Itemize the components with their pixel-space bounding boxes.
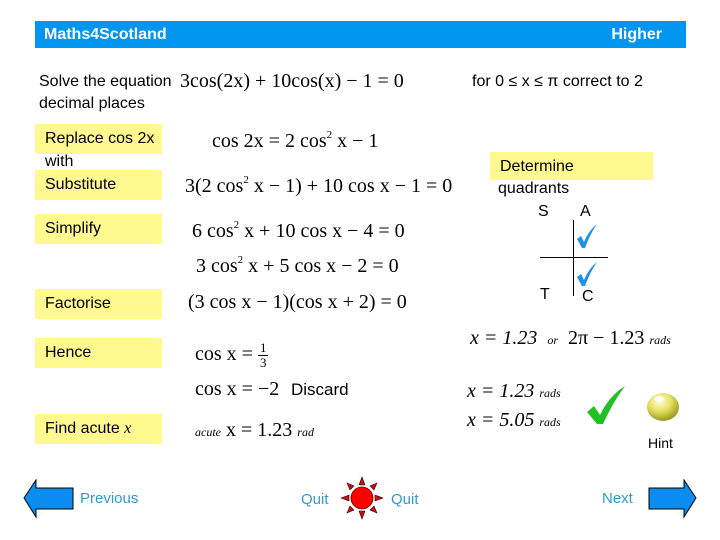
discard-label: Discard [291,380,349,399]
previous-arrow-icon[interactable] [23,479,74,519]
quit-button-left[interactable]: Quit [301,491,329,508]
step-replace-label: Replace cos 2x [45,130,155,147]
hint-bulb-icon[interactable] [645,391,681,423]
step-find-acute: Find acute x [35,414,162,444]
step-find-acute-label: Find acute [45,420,120,437]
quit-button-right[interactable]: Quit [391,491,419,508]
question-range: for 0 ≤ x ≤ π correct to 2 [472,73,643,90]
quadrant-a: A [580,203,591,220]
substitute-equation: 3(2 cos2 x − 1) + 10 cos x − 1 = 0 [185,174,453,197]
step-factorise-label: Factorise [45,295,111,312]
question-prefix: Solve the equation [39,73,172,90]
quit-sun-icon[interactable] [340,476,384,520]
check-c-icon [577,262,597,286]
step-substitute: Substitute [35,170,162,200]
check-a-icon [577,224,597,248]
quadrant-c: C [582,288,594,305]
simplify-equation-2: 3 cos2 x + 5 cos x − 2 = 0 [196,254,399,277]
step-factorise: Factorise [35,289,162,319]
simplify-equation-1: 6 cos2 x + 10 cos x − 4 = 0 [192,219,405,242]
step-substitute-label: Substitute [45,176,117,193]
identity-equation: cos 2x = 2 cos2 x − 1 [212,129,379,152]
factorise-equation: (3 cos x − 1)(cos x + 2) = 0 [188,291,407,313]
solution-2: x = 5.05 rads [467,409,561,431]
quadrant-t: T [540,286,550,303]
step-simplify: Simplify [35,214,162,244]
quadrant-vertical-axis [573,220,574,296]
quadrant-s: S [538,203,549,220]
green-check-icon [587,386,625,424]
header-bar: Maths4Scotland Higher [35,21,686,48]
hence-equation-1: cos x = 13 [195,340,269,370]
hence-equation-2: cos x = −2 [195,378,280,400]
step-find-acute-var: x [124,420,132,437]
quadrants-title-box: Determine [490,152,653,180]
solution-1: x = 1.23 rads [467,380,561,402]
quadrants-title-line1: Determine [500,158,574,175]
brand-title: Maths4Scotland [44,26,167,43]
question-equation: 3cos(2x) + 10cos(x) − 1 = 0 [180,70,404,92]
general-solution: x = 1.23 or 2π − 1.23 rads [470,327,671,349]
quadrants-title-line2: quadrants [498,180,570,197]
step-replace: Replace cos 2x [35,124,162,154]
step-simplify-label: Simplify [45,220,102,237]
level-label: Higher [611,26,662,43]
question-line2: decimal places [39,95,145,112]
acute-equation: acute x = 1.23 rad [195,419,314,441]
previous-button[interactable]: Previous [80,490,138,507]
next-arrow-icon[interactable] [648,479,697,519]
step-replace-extra: with [45,153,74,170]
step-hence: Hence [35,338,162,368]
hint-button[interactable] [645,391,681,423]
hint-label[interactable]: Hint [648,435,673,451]
step-hence-label: Hence [45,344,92,361]
quadrant-horizontal-axis [540,257,608,258]
next-button[interactable]: Next [602,490,633,507]
quadrant-diagram: S A T C [535,200,610,310]
